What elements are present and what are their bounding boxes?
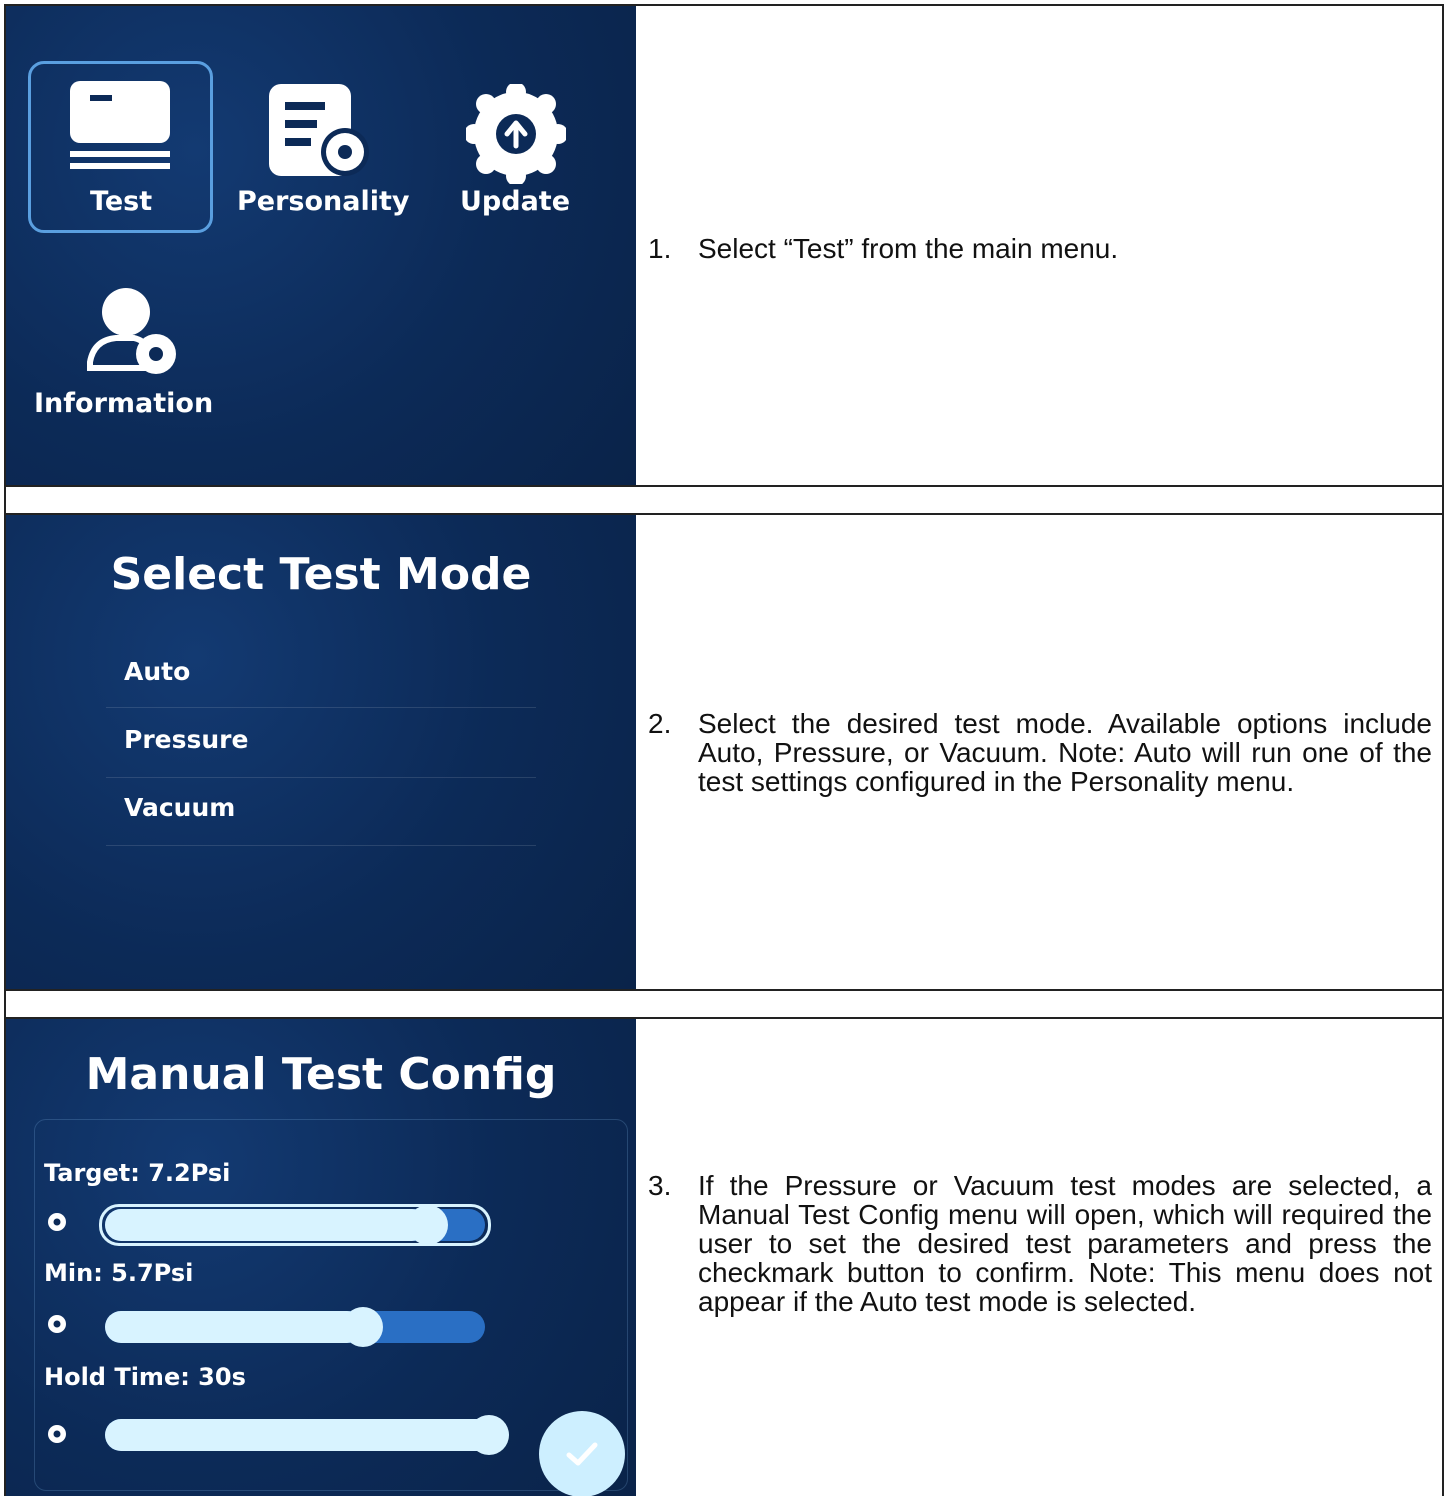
row-separator [4,991,1444,1017]
hold-time-slider[interactable] [105,1415,509,1455]
divider [106,707,536,708]
mode-option-auto[interactable]: Auto [124,657,190,686]
step-number: 1. [648,233,672,264]
min-slider[interactable] [105,1307,485,1347]
upload-badge-icon [466,84,566,184]
menu-tile-update[interactable]: Update [446,66,596,236]
screen-title: Manual Test Config [85,1049,557,1100]
tile-label-test: Test [90,186,153,217]
checkmark-icon [566,1442,598,1466]
step-2-description: 2. Select the desired test mode. Availab… [644,709,1432,796]
step-1-description: 1. Select “Test” from the main menu. [644,234,1432,263]
gear-icon [48,1315,66,1333]
slider-knob[interactable] [469,1415,509,1455]
test-device-icon [70,81,170,169]
confirm-button[interactable] [539,1411,625,1496]
divider [106,845,536,846]
manual-test-config-screen: Manual Test Config Target: 7.2Psi Min: 5… [6,1019,636,1496]
slider-fill [105,1311,363,1343]
main-menu-screen: Test Personality Update Information [6,6,636,485]
row-separator [4,487,1444,513]
target-slider[interactable] [105,1205,485,1245]
select-test-mode-screen: Select Test Mode Auto Pressure Vacuum [6,515,636,989]
menu-tile-information[interactable]: Information [28,276,228,436]
menu-tile-test[interactable]: Test [28,61,213,233]
mode-option-pressure[interactable]: Pressure [124,725,248,754]
gear-icon [48,1425,66,1443]
min-label: Min: 5.7Psi [44,1259,194,1287]
step-row-3: Manual Test Config Target: 7.2Psi Min: 5… [4,1017,1444,1496]
step-3-description: 3. If the Pressure or Vacuum test modes … [644,1171,1432,1316]
mode-option-vacuum[interactable]: Vacuum [124,793,235,822]
tile-label-personality: Personality [237,186,410,217]
hold-time-label: Hold Time: 30s [44,1363,246,1391]
slider-fill [105,1419,505,1451]
slider-knob[interactable] [408,1205,448,1245]
step-row-2: Select Test Mode Auto Pressure Vacuum 2.… [4,513,1444,991]
step-text: Select the desired test mode. Available … [698,708,1432,797]
step-row-1: Test Personality Update Information 1. S… [4,4,1444,487]
slider-fill [105,1209,428,1241]
document-gear-icon [269,84,369,176]
user-gear-icon [87,288,176,374]
target-label: Target: 7.2Psi [44,1159,231,1187]
screen-title: Select Test Mode [110,549,532,600]
step-number: 2. [648,708,672,739]
step-number: 3. [648,1170,672,1201]
tile-label-update: Update [460,186,571,217]
step-text: Select “Test” from the main menu. [698,233,1119,264]
tile-label-information: Information [34,388,214,419]
step-text: If the Pressure or Vacuum test modes are… [698,1170,1432,1317]
menu-tile-personality[interactable]: Personality [231,66,416,236]
divider [106,777,536,778]
gear-icon [48,1213,66,1231]
slider-knob[interactable] [343,1307,383,1347]
